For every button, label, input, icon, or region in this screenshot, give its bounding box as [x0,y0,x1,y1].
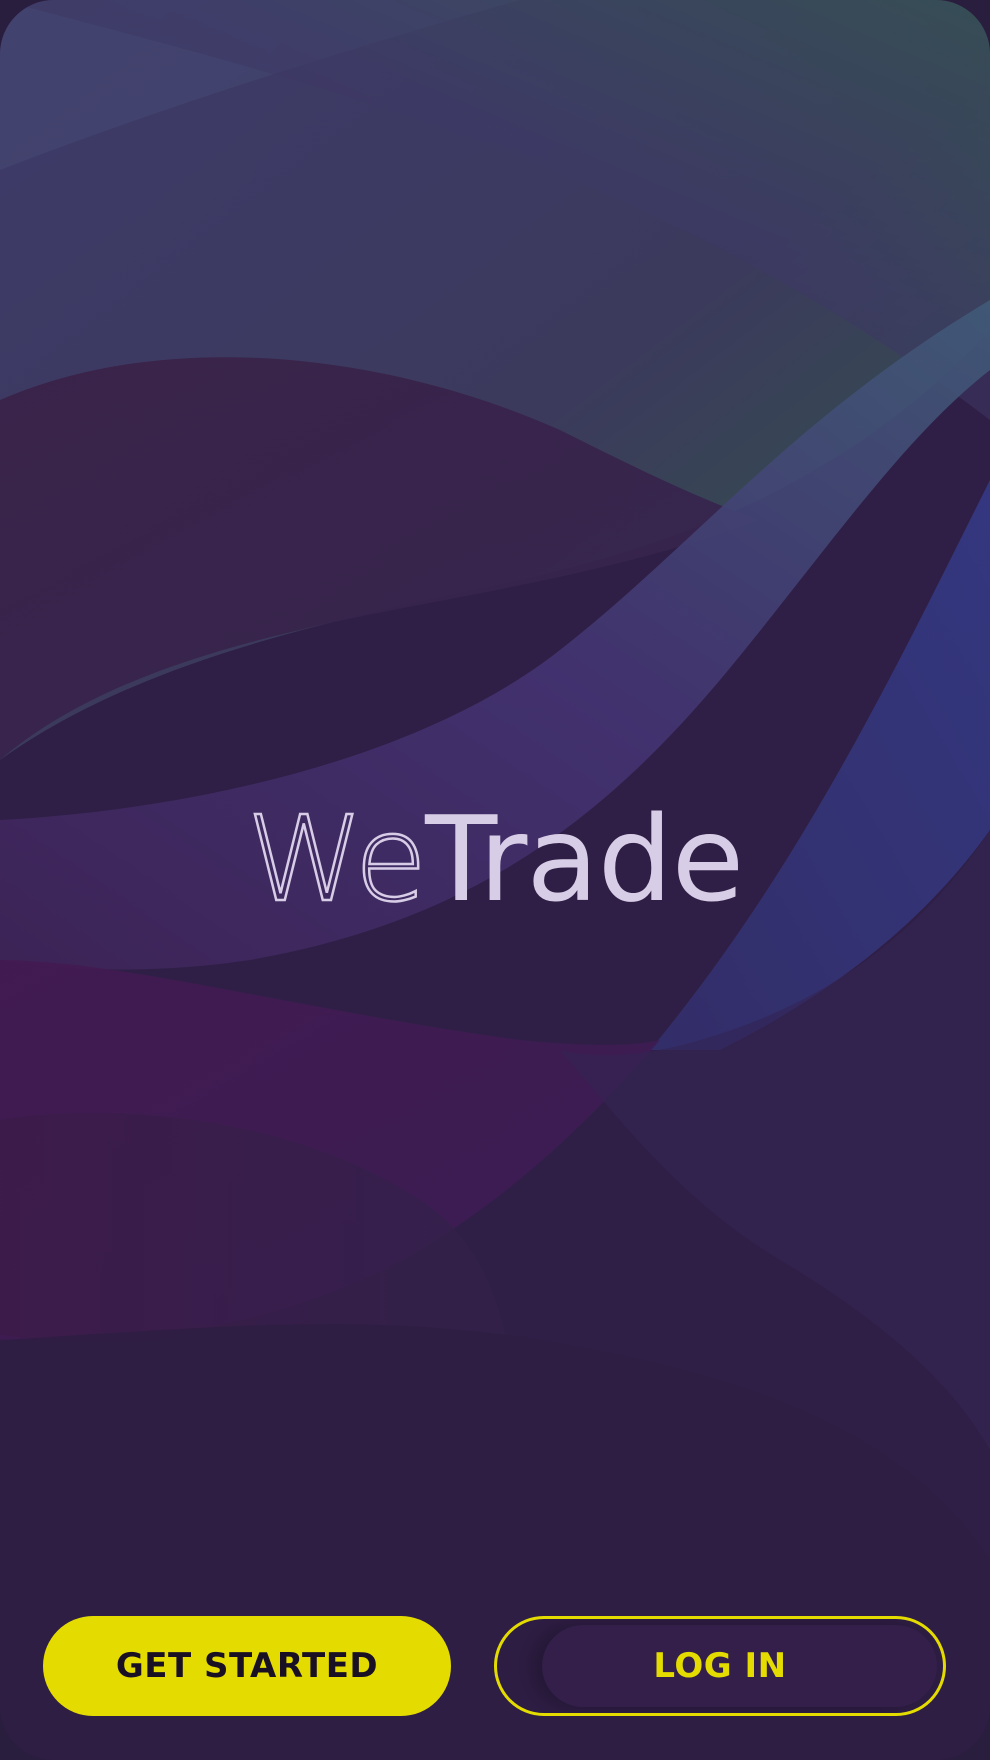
logo-we-text: We [246,790,429,928]
login-label: LOG IN [653,1646,787,1686]
welcome-screen: We Trade GET STARTED LOG IN [0,0,990,1760]
logo-trade-text: Trade [425,790,744,928]
wetrade-logo: We Trade [0,790,990,950]
login-button[interactable]: LOG IN [494,1616,946,1716]
get-started-button[interactable]: GET STARTED [43,1616,451,1716]
get-started-label: GET STARTED [115,1646,379,1686]
